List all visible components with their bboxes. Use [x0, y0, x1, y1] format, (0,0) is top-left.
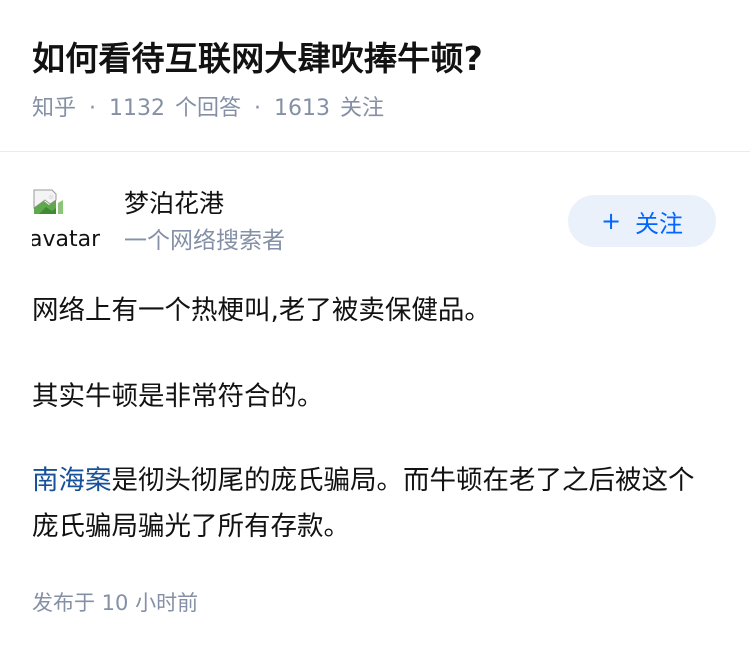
- follower-count: 1613: [274, 96, 331, 121]
- answer-count-label: 个回答: [175, 96, 242, 121]
- publish-time[interactable]: 发布于 10 小时前: [32, 587, 198, 619]
- answer-paragraph: 其实牛顿是非常符合的。: [32, 381, 324, 412]
- follow-button-label: 关注: [635, 209, 684, 238]
- avatar[interactable]: avatar: [32, 185, 100, 253]
- answer-paragraph: 网络上有一个热梗叫,老了被卖保健品。: [32, 295, 491, 326]
- author-name[interactable]: 梦泊花港: [124, 185, 285, 223]
- broken-image-icon: [33, 189, 63, 214]
- meta-separator: ·: [254, 96, 262, 121]
- question-header: 如何看待互联网大肆吹捧牛顿? 知乎 · 1132 个回答 · 1613 关注: [0, 0, 750, 152]
- avatar-alt-text: avatar: [32, 227, 100, 252]
- answer-author: avatar 梦泊花港 一个网络搜索者 + 关注: [32, 185, 718, 265]
- question-title[interactable]: 如何看待互联网大肆吹捧牛顿?: [32, 34, 483, 84]
- follower-count-label: 关注: [340, 96, 385, 121]
- answer-paragraph: 南海案是彻头彻尾的庞氏骗局。而牛顿在老了之后被这个庞氏骗局骗光了所有存款。: [32, 458, 718, 550]
- answer-count: 1132: [109, 96, 166, 121]
- plus-icon: +: [600, 207, 622, 235]
- question-meta: 知乎 · 1132 个回答 · 1613 关注: [32, 92, 384, 126]
- answer-paragraph-text: 是彻头彻尾的庞氏骗局。而牛顿在老了之后被这个庞氏骗局骗光了所有存款。: [32, 465, 695, 542]
- inline-link-nanhai-case[interactable]: 南海案: [32, 465, 112, 496]
- source-label[interactable]: 知乎: [32, 92, 76, 126]
- follow-button[interactable]: + 关注: [568, 195, 716, 247]
- meta-separator: ·: [89, 96, 97, 121]
- author-info: 梦泊花港 一个网络搜索者: [124, 185, 285, 259]
- author-headline: 一个网络搜索者: [124, 228, 285, 254]
